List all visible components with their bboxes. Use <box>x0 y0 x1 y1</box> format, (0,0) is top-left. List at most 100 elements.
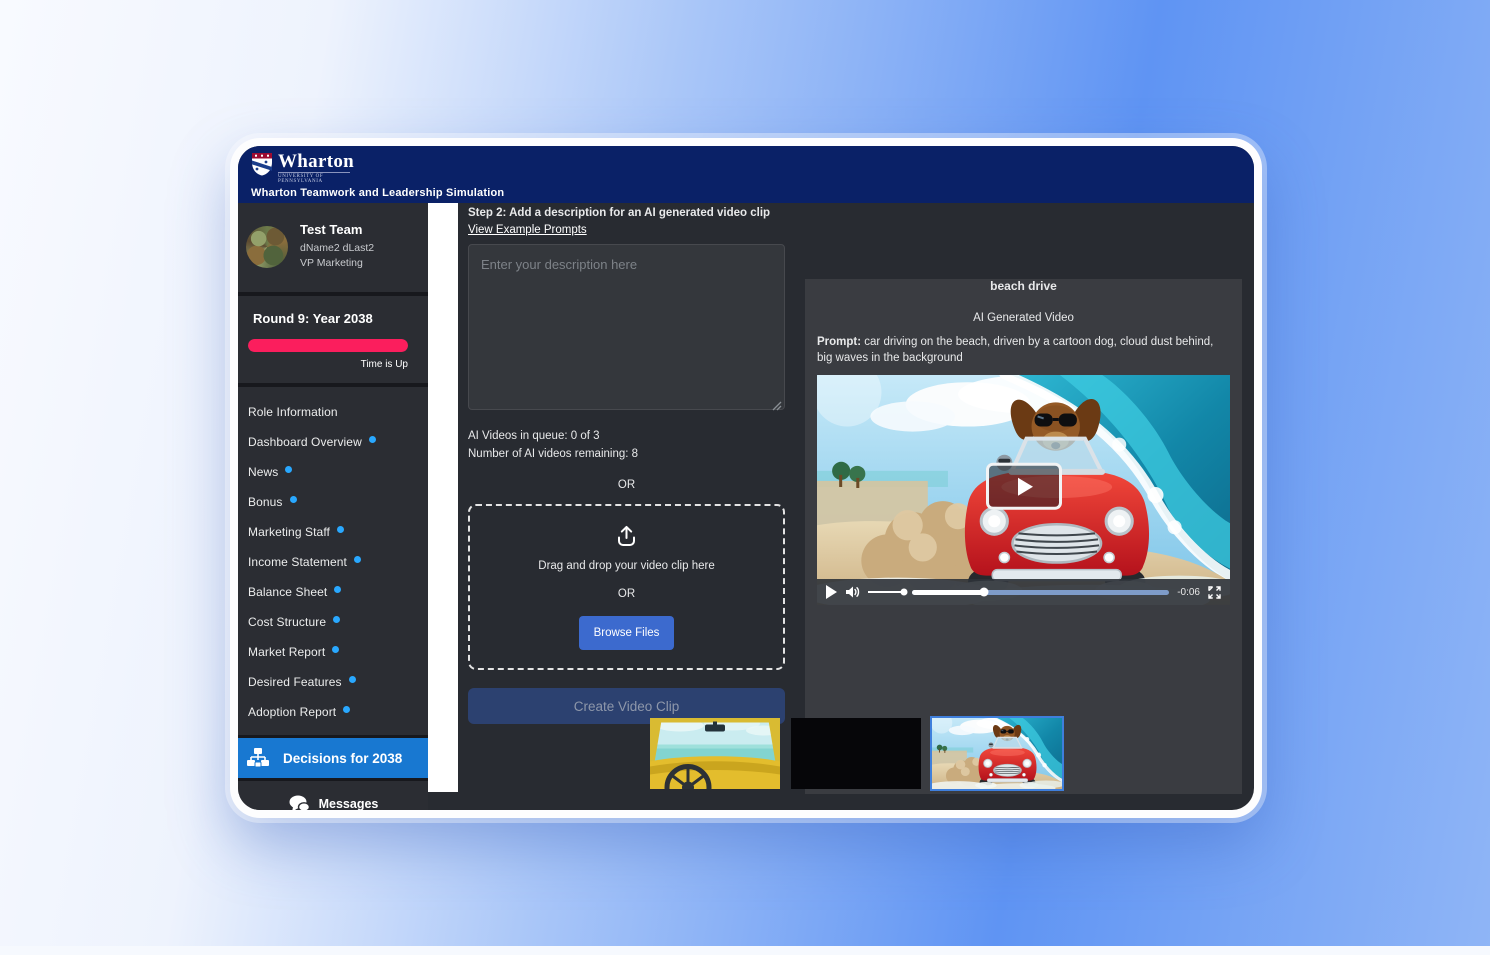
play-icon <box>1018 477 1033 495</box>
videos-remaining: Number of AI videos remaining: 8 <box>468 448 785 460</box>
team-avatar <box>246 226 288 268</box>
dropzone-or: OR <box>618 588 635 600</box>
seek-bar[interactable] <box>912 590 1169 595</box>
yellow-car-thumb-image <box>650 718 780 789</box>
dropzone-text: Drag and drop your video clip here <box>538 560 714 572</box>
seek-knob[interactable] <box>980 588 989 597</box>
thumbnail-yellow-car[interactable] <box>650 718 780 789</box>
round-progress-fill <box>248 339 408 352</box>
sidebar-item-label: Dashboard Overview <box>248 435 362 449</box>
video-title: beach drive <box>805 279 1242 293</box>
penn-shield-icon <box>251 152 273 176</box>
volume-icon[interactable] <box>845 585 860 599</box>
sidebar-item-marketing-staff[interactable]: Marketing Staff <box>238 517 428 547</box>
sidebar-item-adoption-report[interactable]: Adoption Report <box>238 697 428 727</box>
browse-files-button[interactable]: Browse Files <box>579 616 675 650</box>
app-title: Wharton Teamwork and Leadership Simulati… <box>251 187 1254 199</box>
body-row: Test Team dName2 dLast2 VP Marketing Rou… <box>238 203 1254 810</box>
prompt-label: Prompt: <box>817 336 861 348</box>
sidebar-item-news[interactable]: News <box>238 457 428 487</box>
team-block: Test Team dName2 dLast2 VP Marketing <box>238 203 428 292</box>
video-prompt: Prompt: car driving on the beach, driven… <box>817 334 1230 366</box>
clip-thumbnails <box>458 718 1254 789</box>
notification-dot <box>354 556 361 563</box>
sidebar-item-label: News <box>248 465 278 479</box>
content-gap-strip <box>428 203 458 792</box>
sidebar-item-label: Bonus <box>248 495 283 509</box>
beach-drive-thumb-image <box>932 718 1062 789</box>
brand-subtitle: University of Pennsylvania <box>278 172 350 184</box>
sidebar-item-balance-sheet[interactable]: Balance Sheet <box>238 577 428 607</box>
notification-dot <box>349 676 356 683</box>
sidebar-item-role-information[interactable]: Role Information <box>238 397 428 427</box>
sidebar-item-label: Balance Sheet <box>248 585 327 599</box>
fullscreen-icon[interactable] <box>1208 586 1221 599</box>
notification-dot <box>333 616 340 623</box>
logo-text: Wharton University of Pennsylvania <box>278 152 354 184</box>
play-button[interactable] <box>826 585 837 599</box>
step-title: Step 2: Add a description for an AI gene… <box>468 205 785 219</box>
app-window: Wharton University of Pennsylvania Whart… <box>230 138 1262 818</box>
page-bottom-strip <box>0 946 1490 955</box>
round-block: Round 9: Year 2038 Time is Up <box>238 296 428 383</box>
volume-slider[interactable] <box>868 591 904 593</box>
round-timer-label: Time is Up <box>248 359 408 370</box>
video-subtitle: AI Generated Video <box>805 312 1242 324</box>
video-panel: beach drive AI Generated Video Prompt: c… <box>805 279 1242 794</box>
prompt-text: car driving on the beach, driven by a ca… <box>817 336 1213 364</box>
notification-dot <box>334 586 341 593</box>
thumbnail-black-clip[interactable] <box>791 718 921 789</box>
volume-knob[interactable] <box>901 589 908 596</box>
round-progress-track <box>248 339 408 352</box>
sidebar-item-income-statement[interactable]: Income Statement <box>238 547 428 577</box>
time-remaining: -0:06 <box>1177 587 1200 598</box>
thumbnail-beach-drive[interactable] <box>932 718 1062 789</box>
video-dropzone[interactable]: Drag and drop your video clip here OR Br… <box>468 504 785 670</box>
messages-icon <box>288 794 310 810</box>
team-member: dName2 dLast2 <box>300 241 374 256</box>
player-controls: -0:06 <box>817 579 1230 605</box>
sidebar-item-label: Cost Structure <box>248 615 326 629</box>
play-overlay-button[interactable] <box>986 463 1062 510</box>
video-player[interactable]: -0:06 <box>817 375 1230 605</box>
simulation-app: Wharton University of Pennsylvania Whart… <box>238 146 1254 810</box>
description-input[interactable] <box>468 244 785 410</box>
sidebar-item-label: Decisions for 2038 <box>283 751 402 766</box>
sidebar-item-label: Desired Features <box>248 675 342 689</box>
sidebar-item-decisions[interactable]: Decisions for 2038 <box>238 735 428 781</box>
video-progress-fill <box>912 590 984 595</box>
sidebar-menu: Role Information Dashboard Overview News Bo… <box>238 387 428 735</box>
notification-dot <box>290 496 297 503</box>
sidebar-item-label: Market Report <box>248 645 325 659</box>
sidebar-item-bonus[interactable]: Bonus <box>238 487 428 517</box>
notification-dot <box>369 436 376 443</box>
team-info: Test Team dName2 dLast2 VP Marketing <box>300 222 374 271</box>
sidebar-item-cost-structure[interactable]: Cost Structure <box>238 607 428 637</box>
description-wrap <box>468 244 785 415</box>
round-title: Round 9: Year 2038 <box>253 311 408 326</box>
sidebar-item-desired-features[interactable]: Desired Features <box>238 667 428 697</box>
brand-wordmark: Wharton <box>278 152 354 171</box>
volume-fill <box>868 591 904 593</box>
sidebar-item-label: Role Information <box>248 405 338 419</box>
sidebar-item-market-report[interactable]: Market Report <box>238 637 428 667</box>
sidebar: Test Team dName2 dLast2 VP Marketing Rou… <box>238 203 428 810</box>
or-divider: OR <box>468 479 785 491</box>
team-role: VP Marketing <box>300 256 374 271</box>
notification-dot <box>343 706 350 713</box>
upload-icon <box>615 524 638 547</box>
main-content: Step 2: Add a description for an AI gene… <box>458 203 1254 810</box>
wharton-logo: Wharton University of Pennsylvania <box>251 152 1254 184</box>
queue-status: AI Videos in queue: 0 of 3 <box>468 430 785 442</box>
sidebar-item-dashboard-overview[interactable]: Dashboard Overview <box>238 427 428 457</box>
resize-grip-icon[interactable] <box>772 401 782 411</box>
notification-dot <box>332 646 339 653</box>
team-name: Test Team <box>300 222 374 237</box>
org-chart-icon <box>246 746 270 770</box>
view-example-prompts-link[interactable]: View Example Prompts <box>468 224 587 236</box>
notification-dot <box>285 466 292 473</box>
notification-dot <box>337 526 344 533</box>
sidebar-item-label: Adoption Report <box>248 705 336 719</box>
sidebar-item-messages[interactable]: Messages <box>238 781 428 810</box>
sidebar-item-label: Income Statement <box>248 555 347 569</box>
